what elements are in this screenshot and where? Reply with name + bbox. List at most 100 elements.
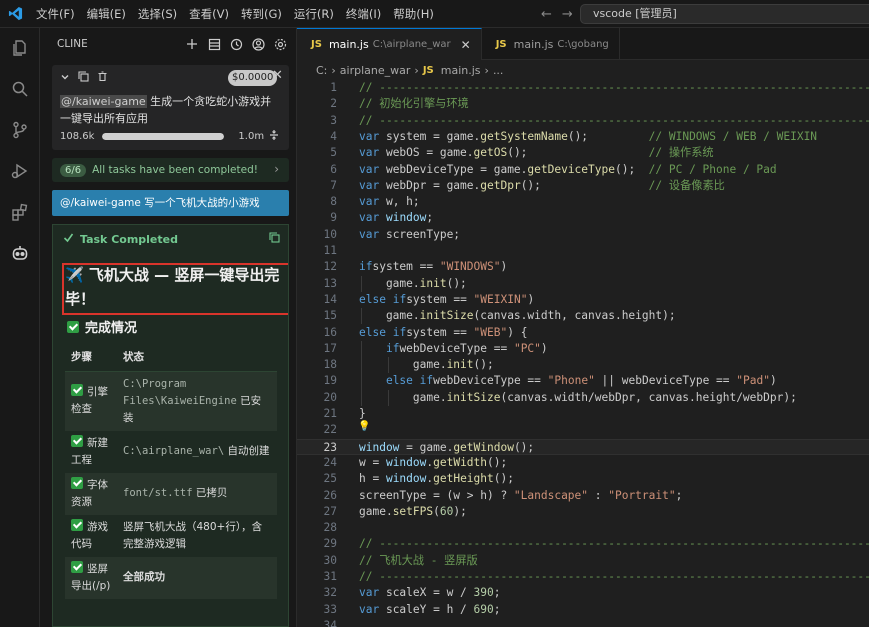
menu-item[interactable]: 选择(S) (132, 0, 183, 28)
step-cell: 游戏代码 (65, 515, 117, 557)
code-line[interactable]: 8 var w, h; (297, 194, 869, 210)
code-line[interactable]: 27 game.setFPS(60); (297, 504, 869, 520)
extensions-icon[interactable] (8, 200, 32, 224)
context-max: 1.0m (238, 130, 265, 142)
code-line[interactable]: 16 else ifsystem == "WEB") { (297, 325, 869, 341)
mcp-servers-icon[interactable] (206, 36, 222, 52)
task-completed-panel: Task Completed ✈️ 飞机大战 — 竖屏一键导出完毕！ 完成情况 … (52, 224, 289, 627)
sidebar-header: CLINE (40, 28, 296, 60)
editor-tabs: JS main.js C:\airplane_war ✕ JS main.js C:\gob… (297, 28, 869, 60)
code-editor[interactable]: 1 // ------------------------------------… (297, 80, 869, 627)
compress-context-icon[interactable] (269, 129, 279, 144)
code-text: // -------------------------------------… (359, 113, 869, 127)
code-line[interactable]: 6 var webDeviceType = game.getDeviceType(… (297, 162, 869, 178)
chevron-right-icon[interactable]: › (274, 162, 279, 176)
code-line[interactable]: 7 var webDpr = game.getDpr(); // 设备像素比 (297, 178, 869, 194)
menu-item[interactable]: 帮助(H) (387, 0, 440, 28)
line-number: 32 (323, 586, 337, 600)
close-task-icon[interactable]: ✕ (272, 68, 283, 83)
code-line[interactable]: 18 game.init(); (297, 357, 869, 373)
code-line[interactable]: 21} (297, 406, 869, 422)
code-line[interactable]: 25 h = window.getHeight(); (297, 471, 869, 487)
copy-task-icon[interactable] (78, 71, 89, 85)
code-line[interactable]: 11 (297, 243, 869, 259)
tab-main-js-gobang[interactable]: JS main.js C:\gobang (482, 28, 620, 60)
task-mention: @/kaiwei-game (60, 95, 147, 108)
code-line[interactable]: 2 // 初始化引擎与环境 (297, 96, 869, 112)
code-text: // 飞机大战 - 竖屏版 (359, 553, 478, 567)
search-icon[interactable] (8, 77, 32, 101)
cline-robot-icon[interactable] (8, 241, 32, 265)
breadcrumb-symbol[interactable]: ... (493, 64, 504, 77)
code-line[interactable]: 17 ifwebDeviceType == "PC") (297, 341, 869, 357)
explorer-icon[interactable] (8, 36, 32, 60)
code-line[interactable]: 29 // -----------------------------------… (297, 536, 869, 552)
menu-item[interactable]: 编辑(E) (81, 0, 132, 28)
line-number: 11 (323, 244, 337, 257)
code-line[interactable]: 5 var webOS = game.getOS(); // 操作系统 (297, 145, 869, 161)
tasks-completed-label: All tasks have been completed! (92, 164, 258, 176)
command-center[interactable]: vscode [管理员] (580, 4, 869, 24)
source-control-icon[interactable] (8, 118, 32, 142)
code-text: var webOS = game.getOS(); // 操作系统 (359, 146, 714, 160)
breadcrumb-drive[interactable]: C: (316, 64, 327, 77)
new-task-icon[interactable] (184, 36, 200, 52)
code-line[interactable]: 31 // -----------------------------------… (297, 569, 869, 585)
task-completed-header: Task Completed (53, 225, 288, 253)
delete-task-icon[interactable] (97, 71, 108, 85)
menu-item[interactable]: 转到(G) (235, 0, 288, 28)
code-line[interactable]: 19 else ifwebDeviceType == "Phone" || we… (297, 373, 869, 389)
menu-item[interactable]: 运行(R) (288, 0, 340, 28)
code-text: else ifwebDeviceType == "Phone" || webDe… (385, 374, 777, 388)
tasks-completed-banner[interactable]: 6/6 All tasks have been completed! › (52, 158, 289, 182)
code-line[interactable]: 28 (297, 520, 869, 536)
close-tab-icon[interactable]: ✕ (461, 38, 471, 52)
breadcrumb-folder[interactable]: airplane_war (340, 64, 411, 77)
code-line[interactable]: 23 window = game.getWindow(); (297, 438, 869, 455)
line-number: 3 (330, 113, 337, 127)
line-number: 12 (323, 260, 337, 274)
code-text: ifsystem == "WINDOWS") (359, 260, 508, 274)
collapse-chevron-icon[interactable] (60, 71, 70, 85)
code-line[interactable]: 22 (297, 422, 869, 438)
code-line[interactable]: 12 ifsystem == "WINDOWS") (297, 259, 869, 275)
code-line[interactable]: 33 var scaleY = h / 690; (297, 602, 869, 618)
status-text: 竖屏飞机大战（480+行），含完整游戏逻辑 (123, 520, 263, 550)
code-line[interactable]: 32 var scaleX = w / 390; (297, 585, 869, 601)
code-line[interactable]: 14 else ifsystem == "WEIXIN") (297, 292, 869, 308)
code-line[interactable]: 26 screenType = (w > h) ? "Landscape" : "… (297, 488, 869, 504)
code-line[interactable]: 3 // ------------------------------------… (297, 113, 869, 129)
line-number: 34 (323, 618, 337, 627)
forward-arrow-icon[interactable]: → (562, 7, 573, 22)
code-text: // 初始化引擎与环境 (359, 97, 469, 111)
code-line[interactable]: 34 (297, 618, 869, 627)
code-line[interactable]: 15 game.initSize(canvas.width, canvas.he… (297, 308, 869, 324)
menu-item[interactable]: 文件(F) (30, 0, 81, 28)
back-arrow-icon[interactable]: ← (541, 7, 552, 22)
line-number: 2 (330, 97, 337, 111)
section-title-text: 完成情况 (85, 321, 138, 336)
breadcrumb-separator: › (484, 63, 489, 77)
code-line[interactable]: 13 game.init(); (297, 276, 869, 292)
code-line[interactable]: 10 var screenType; (297, 227, 869, 243)
code-line[interactable]: 20 game.initSize(canvas.width/webDpr, ca… (297, 390, 869, 406)
breadcrumb-file[interactable]: main.js (441, 64, 481, 77)
menu-item[interactable]: 查看(V) (183, 0, 235, 28)
code-line[interactable]: 4 var system = game.getSystemName(); // W… (297, 129, 869, 145)
tab-description: C:\airplane_war (372, 39, 451, 50)
account-icon[interactable] (250, 36, 266, 52)
settings-gear-icon[interactable] (272, 36, 288, 52)
lightbulb-icon[interactable]: 💡 (358, 421, 370, 432)
code-line[interactable]: 9 var window; (297, 210, 869, 226)
checkbox-check-icon (71, 518, 83, 531)
code-line[interactable]: 30 // 飞机大战 - 竖屏版 (297, 553, 869, 569)
history-icon[interactable] (228, 36, 244, 52)
menu-item[interactable]: 终端(I) (340, 0, 387, 28)
code-line[interactable]: 1 // ------------------------------------… (297, 80, 869, 96)
run-debug-icon[interactable] (8, 159, 32, 183)
copy-result-icon[interactable] (269, 232, 280, 246)
tab-main-js-airplane[interactable]: JS main.js C:\airplane_war ✕ (297, 28, 482, 60)
code-line[interactable]: 24 w = window.getWidth(); (297, 455, 869, 471)
js-file-icon: JS (495, 38, 507, 50)
current-task-card[interactable]: $0.0000 ✕ @/kaiwei-game 生成一个贪吃蛇小游戏并一键导出所… (52, 65, 289, 150)
